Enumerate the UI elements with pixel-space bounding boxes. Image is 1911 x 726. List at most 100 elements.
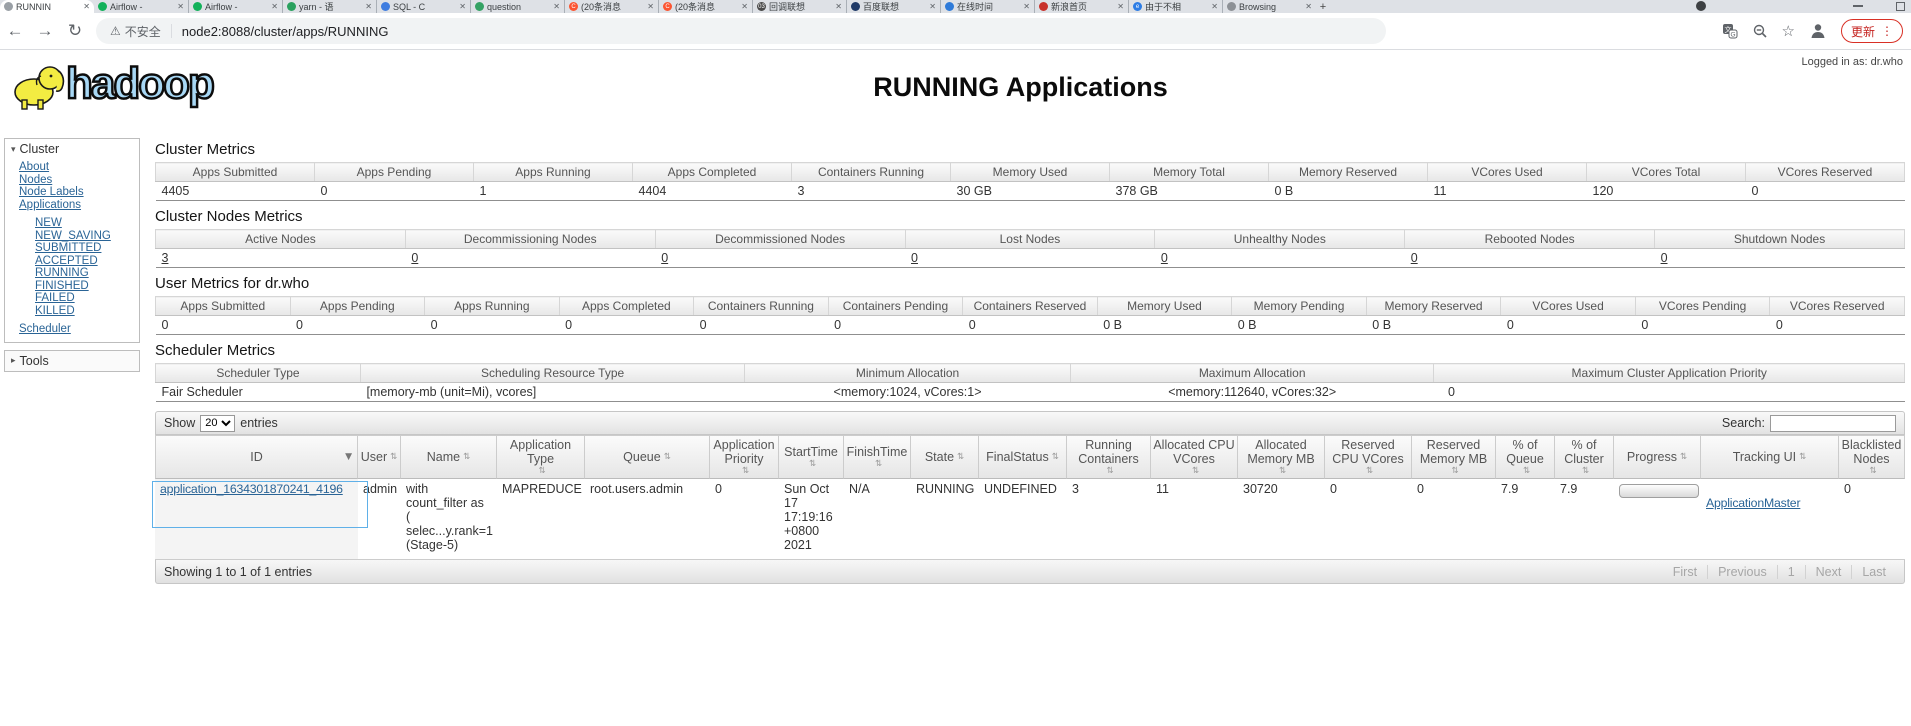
zoom-out-icon[interactable]: [1752, 23, 1768, 39]
node-count-link[interactable]: 0: [1161, 251, 1168, 265]
sidebar-state-link[interactable]: KILLED: [35, 305, 139, 318]
minimize-button[interactable]: [1853, 5, 1863, 7]
column-header-label: Reserved CPU VCores: [1332, 438, 1404, 466]
tab-close-icon[interactable]: ✕: [1117, 2, 1124, 11]
column-header[interactable]: Application Priority ⇅: [710, 435, 779, 479]
browser-tab[interactable]: 新浪首页 ✕: [1034, 0, 1128, 13]
column-header[interactable]: Blacklisted Nodes ⇅: [1839, 435, 1905, 479]
maximize-button[interactable]: [1896, 2, 1905, 11]
translate-icon[interactable]: 文 G: [1722, 23, 1738, 39]
tab-close-icon[interactable]: ✕: [177, 2, 184, 11]
new-tab-button[interactable]: +: [1316, 0, 1330, 13]
tab-close-icon[interactable]: ✕: [929, 2, 936, 11]
sidebar-state-link[interactable]: SUBMITTED: [35, 242, 139, 255]
metric-header: Apps Pending: [289, 296, 426, 316]
column-header[interactable]: User ⇅: [358, 435, 401, 479]
column-header[interactable]: Reserved CPU VCores ⇅: [1325, 435, 1412, 479]
column-header[interactable]: Reserved Memory MB ⇅: [1412, 435, 1496, 479]
reload-button[interactable]: ↻: [60, 21, 90, 41]
tab-close-icon[interactable]: ✕: [459, 2, 466, 11]
column-header[interactable]: FinalStatus ⇅: [979, 435, 1067, 479]
section-title-scheduler-metrics: Scheduler Metrics: [155, 342, 276, 359]
tab-close-icon[interactable]: ✕: [83, 2, 90, 11]
browser-tab[interactable]: SQL - C ✕: [376, 0, 470, 13]
page-button[interactable]: 1: [1776, 564, 1805, 579]
browser-tab[interactable]: 在线时间 ✕: [940, 0, 1034, 13]
sidebar-state-link[interactable]: RUNNING: [35, 267, 139, 280]
column-header[interactable]: Name ⇅: [401, 435, 497, 479]
browser-tab[interactable]: e 由于不相 ✕: [1128, 0, 1222, 13]
browser-tab[interactable]: 百度联想 ✕: [846, 0, 940, 13]
column-header[interactable]: Tracking UI ⇅: [1701, 435, 1839, 479]
tab-close-icon[interactable]: ✕: [1211, 2, 1218, 11]
browser-tab[interactable]: RUNNIN ✕: [0, 0, 94, 13]
column-header[interactable]: Progress ⇅: [1614, 435, 1701, 479]
tab-close-icon[interactable]: ✕: [365, 2, 372, 11]
application-id-link[interactable]: application_1634301870241_4196: [160, 482, 343, 496]
column-header[interactable]: Allocated Memory MB ⇅: [1238, 435, 1325, 479]
column-header[interactable]: ID ▼: [155, 435, 358, 479]
column-header[interactable]: State ⇅: [911, 435, 979, 479]
tab-close-icon[interactable]: ✕: [835, 2, 842, 11]
node-count-link[interactable]: 0: [911, 251, 918, 265]
section-title-nodes-metrics: Cluster Nodes Metrics: [155, 208, 303, 225]
sidebar-state-link[interactable]: NEW_SAVING: [35, 230, 139, 243]
tab-close-icon[interactable]: ✕: [647, 2, 654, 11]
column-header[interactable]: Running Containers ⇅: [1067, 435, 1151, 479]
column-header[interactable]: Application Type ⇅: [497, 435, 585, 479]
tools-nav-header[interactable]: ▸ Tools: [5, 351, 139, 371]
update-button[interactable]: 更新 ⋮: [1840, 19, 1903, 43]
column-header[interactable]: Allocated CPU VCores ⇅: [1151, 435, 1238, 479]
tab-close-icon[interactable]: ✕: [553, 2, 560, 11]
sidebar-state-link[interactable]: NEW: [35, 217, 139, 230]
node-count-link[interactable]: 0: [411, 251, 418, 265]
page-size-select[interactable]: 20: [200, 414, 236, 432]
column-header[interactable]: % of Cluster ⇅: [1555, 435, 1614, 479]
cell-allocated-memory: 30720: [1243, 482, 1278, 496]
tab-favicon: [4, 2, 13, 11]
browser-tab[interactable]: C (20条消息 ✕: [658, 0, 752, 13]
tab-close-icon[interactable]: ✕: [741, 2, 748, 11]
page-button[interactable]: Previous: [1707, 564, 1777, 579]
browser-tab[interactable]: question ✕: [470, 0, 564, 13]
sidebar-state-link[interactable]: FAILED: [35, 292, 139, 305]
tab-close-icon[interactable]: ✕: [271, 2, 278, 11]
browser-tab[interactable]: Airflow - ✕: [94, 0, 188, 13]
browser-tab[interactable]: C (20条消息 ✕: [564, 0, 658, 13]
sidebar-state-link[interactable]: FINISHED: [35, 280, 139, 293]
node-count-link[interactable]: 3: [162, 251, 169, 265]
sidebar-link[interactable]: Node Labels: [19, 186, 139, 199]
node-count-link[interactable]: 0: [1411, 251, 1418, 265]
address-bar[interactable]: ⚠ 不安全 node2:8088/cluster/apps/RUNNING: [96, 18, 1386, 44]
tab-close-icon[interactable]: ✕: [1023, 2, 1030, 11]
column-header[interactable]: Queue ⇅: [585, 435, 710, 479]
browser-tab[interactable]: Browsing ✕: [1222, 0, 1316, 13]
node-count-link[interactable]: 0: [1661, 251, 1668, 265]
sidebar-state-link[interactable]: ACCEPTED: [35, 255, 139, 268]
tracking-ui-link[interactable]: ApplicationMaster: [1706, 496, 1801, 510]
sidebar-link-scheduler[interactable]: Scheduler: [19, 323, 139, 336]
security-label: 不安全: [124, 24, 161, 39]
node-count-link[interactable]: 0: [661, 251, 668, 265]
page-button[interactable]: First: [1663, 565, 1707, 579]
column-header[interactable]: FinishTime ⇅: [844, 435, 911, 479]
page-button[interactable]: Last: [1851, 564, 1896, 579]
browser-tab[interactable]: 03 回调联想 ✕: [752, 0, 846, 13]
browser-tab[interactable]: Airflow - ✕: [188, 0, 282, 13]
sidebar-link[interactable]: About: [19, 161, 139, 174]
sidebar-link[interactable]: Nodes: [19, 174, 139, 187]
sidebar-link[interactable]: Applications: [19, 199, 139, 212]
back-button[interactable]: ←: [0, 21, 30, 41]
forward-button[interactable]: →: [30, 21, 60, 41]
tab-close-icon[interactable]: ✕: [1305, 2, 1312, 11]
column-header[interactable]: StartTime ⇅: [779, 435, 844, 479]
browser-tab[interactable]: yarn - 语 ✕: [282, 0, 376, 13]
column-header[interactable]: % of Queue ⇅: [1496, 435, 1555, 479]
search-input[interactable]: [1770, 414, 1896, 432]
cluster-nav-header[interactable]: ▾ Cluster: [5, 139, 139, 159]
bookmark-star-icon[interactable]: ☆: [1782, 22, 1795, 40]
profile-dot-icon[interactable]: [1696, 1, 1706, 11]
page-button[interactable]: Next: [1804, 564, 1852, 579]
profile-avatar-icon[interactable]: [1809, 22, 1827, 40]
menu-dots-icon[interactable]: ⋮: [1881, 24, 1893, 38]
